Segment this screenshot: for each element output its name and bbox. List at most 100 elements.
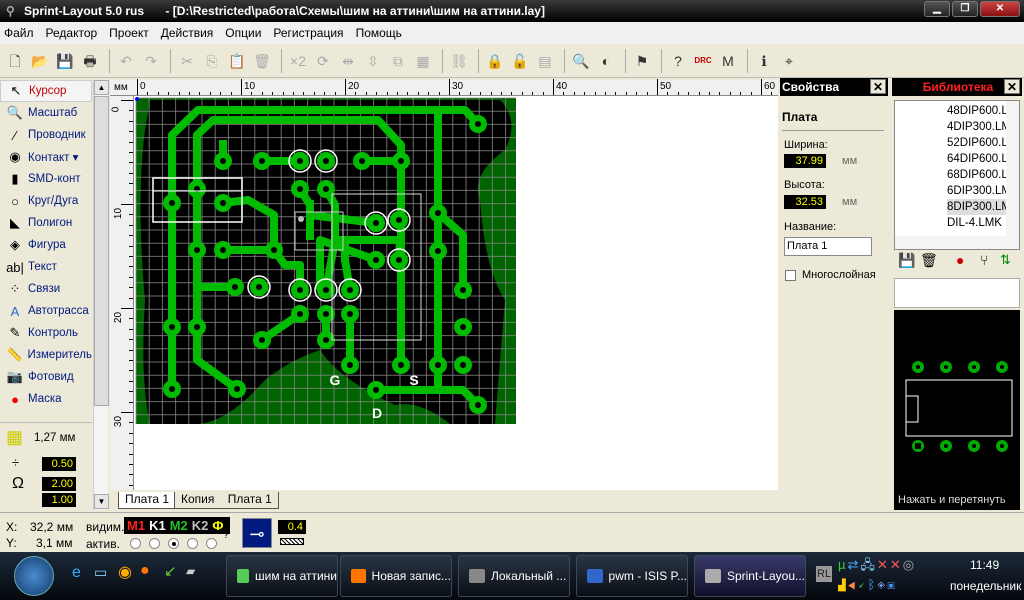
bluetooth-icon[interactable]: ᛒ — [867, 577, 877, 592]
minimize-button[interactable]: ▁ — [924, 1, 950, 17]
connections-icon[interactable]: ⛓ — [448, 50, 470, 72]
equalizer-icon[interactable]: ▟ — [838, 577, 848, 592]
test-icon[interactable]: ⚑ — [631, 50, 653, 72]
tray-icons-bottom[interactable]: ▟◀↙ᛒ◈▣ — [838, 577, 897, 592]
mirror-h-icon[interactable]: ⇹ — [337, 50, 359, 72]
start-button[interactable] — [14, 556, 54, 596]
pcb-canvas[interactable]: G S D — [134, 96, 778, 490]
save-icon[interactable]: 💾 — [54, 50, 76, 72]
tool-photoview[interactable]: 📷 Фотовид — [0, 366, 92, 388]
layer-toggle-M1[interactable]: M1 — [127, 518, 145, 533]
print-icon[interactable]: 🖶 — [79, 50, 101, 72]
new-file-icon[interactable]: 🗋 — [4, 50, 26, 72]
active-layer-radio[interactable] — [149, 537, 160, 549]
copy-icon[interactable]: ⎘ — [201, 50, 223, 72]
desktop-icon[interactable]: ▭ — [94, 564, 107, 581]
tool-icon[interactable]: ▰ — [186, 564, 195, 578]
ground-distance-field[interactable]: 0.4 — [278, 520, 306, 534]
tray-icons-top[interactable]: µ⇄🖧✕✕◎ — [838, 556, 916, 578]
tool-test-probe[interactable]: ✎ Контроль — [0, 322, 92, 344]
library-delete-icon[interactable]: 🗑 — [920, 252, 938, 269]
gadget-icon[interactable]: ◈ — [877, 577, 887, 592]
tool-connections-tool[interactable]: ⁘ Связи — [0, 278, 92, 300]
width-field[interactable]: 37.99 — [784, 154, 826, 168]
library-fork-icon[interactable]: ⑂ — [980, 252, 988, 268]
window-icon[interactable]: ▣ — [887, 577, 897, 592]
layer-help[interactable]: ? — [223, 529, 229, 541]
taskbar-item[interactable]: Sprint-Layou... — [694, 555, 806, 597]
menu-item[interactable]: Действия — [161, 26, 214, 40]
tool-pad[interactable]: ◉ Контакт ▾ — [0, 146, 92, 168]
height-field[interactable]: 32.53 — [784, 195, 826, 209]
layer-toggle-K1[interactable]: K1 — [149, 518, 166, 533]
safely-remove-icon[interactable]: ↙ — [858, 577, 868, 592]
teamviewer-icon[interactable]: ⇄ — [848, 557, 861, 572]
layer-toggle-Ф[interactable]: Ф — [212, 518, 223, 533]
tab-copy[interactable]: Копия Плата 1 — [174, 492, 279, 509]
network-disconnected-2-icon[interactable]: ✕ — [890, 557, 903, 572]
paste-icon[interactable]: 📋 — [226, 50, 248, 72]
lock-icon[interactable]: 🔒 — [484, 50, 506, 72]
menu-item[interactable]: Проект — [109, 26, 149, 40]
pcb-board[interactable]: G S D — [134, 96, 778, 490]
tab-board-1[interactable]: Плата 1 — [118, 492, 177, 509]
tool-smd-pad[interactable]: ▮ SMD-конт — [0, 168, 92, 190]
scroll-up-button[interactable]: ▲ — [94, 80, 109, 95]
firefox-icon[interactable]: ● — [140, 562, 150, 580]
multilayer-checkbox[interactable] — [785, 270, 796, 281]
tool-circle-arc[interactable]: ○ Круг/Дуга — [0, 190, 92, 212]
network-icon[interactable]: 🖧 — [860, 557, 877, 572]
scroll-down-button[interactable]: ▼ — [94, 494, 109, 509]
help-query-icon[interactable]: ? — [667, 50, 689, 72]
library-search-input[interactable] — [894, 278, 1020, 308]
tool-track[interactable]: ⁄ Проводник — [0, 124, 92, 146]
menu-item[interactable]: Помощь — [356, 26, 402, 40]
scroll-thumb[interactable] — [94, 96, 109, 406]
mirror-v-icon[interactable]: ⇳ — [362, 50, 384, 72]
tool-panel-scrollbar[interactable]: ▲ ▼ — [93, 80, 109, 510]
taskbar-item[interactable]: Локальный ... — [458, 555, 570, 597]
layer-toggle-M2[interactable]: M2 — [170, 518, 188, 533]
language-indicator[interactable]: RL — [816, 566, 833, 582]
taskbar-item[interactable]: шим на аттини — [226, 555, 338, 597]
board-name-input[interactable]: Плата 1 — [784, 237, 872, 256]
taskbar-item[interactable]: pwm - ISIS P... — [576, 555, 688, 597]
zoom-icon[interactable]: 🔍 — [570, 50, 592, 72]
delete-icon[interactable]: 🗑 — [251, 50, 273, 72]
ie-icon[interactable]: e — [72, 564, 81, 582]
library-close-button[interactable]: ✕ — [1004, 79, 1020, 94]
library-tree[interactable]: 48DIP600.LMK 4DIP300.LMK 52DIP600.LMK 64DIP… — [894, 100, 1020, 250]
redo-icon[interactable]: ↷ — [140, 50, 162, 72]
info-icon[interactable]: ℹ — [753, 50, 775, 72]
ground-plane-icon[interactable]: ⊸ — [242, 518, 272, 548]
download-icon[interactable]: ↙ — [164, 562, 177, 580]
pad-outer-field[interactable]: 2.00 — [42, 477, 76, 491]
utorrent-icon[interactable]: µ — [838, 557, 848, 572]
undo-icon[interactable]: ↶ — [115, 50, 137, 72]
layer-toggle-K2[interactable]: K2 — [192, 518, 209, 533]
close-button[interactable]: ✕ — [980, 1, 1020, 17]
menu-item[interactable]: Опции — [225, 26, 261, 40]
group-icon[interactable]: ▦ — [412, 50, 434, 72]
rotate-icon[interactable]: ⟳ — [312, 50, 334, 72]
network-disconnected-icon[interactable]: ✕ — [877, 557, 890, 572]
active-layer-radio[interactable] — [206, 537, 217, 549]
tool-text[interactable]: ab| Текст — [0, 256, 92, 278]
clock-day[interactable]: понедельник — [950, 579, 1021, 593]
track-width-field[interactable]: 0.50 — [42, 457, 76, 471]
aimp-icon[interactable]: ◉ — [118, 562, 132, 582]
tool-shape[interactable]: ◈ Фигура — [0, 234, 92, 256]
view-icon[interactable]: ◐ — [595, 50, 617, 72]
drc-icon[interactable]: DRC — [692, 50, 714, 72]
layers-icon[interactable]: ▤ — [534, 50, 556, 72]
taskbar-item[interactable]: Новая запис... — [340, 555, 452, 597]
align-icon[interactable]: ⧉ — [387, 50, 409, 72]
cut-icon[interactable]: ✂ — [176, 50, 198, 72]
pad-inner-field[interactable]: 1.00 — [42, 493, 76, 507]
active-layer-radio[interactable] — [130, 537, 141, 549]
library-hscroll[interactable] — [895, 236, 1019, 249]
menu-item[interactable]: Файл — [4, 26, 34, 40]
tool-autoroute[interactable]: A Автотрасса — [0, 300, 92, 322]
library-swap-icon[interactable]: ⇅ — [1000, 252, 1011, 268]
duplicate-x2-icon[interactable]: ×2 — [287, 50, 309, 72]
